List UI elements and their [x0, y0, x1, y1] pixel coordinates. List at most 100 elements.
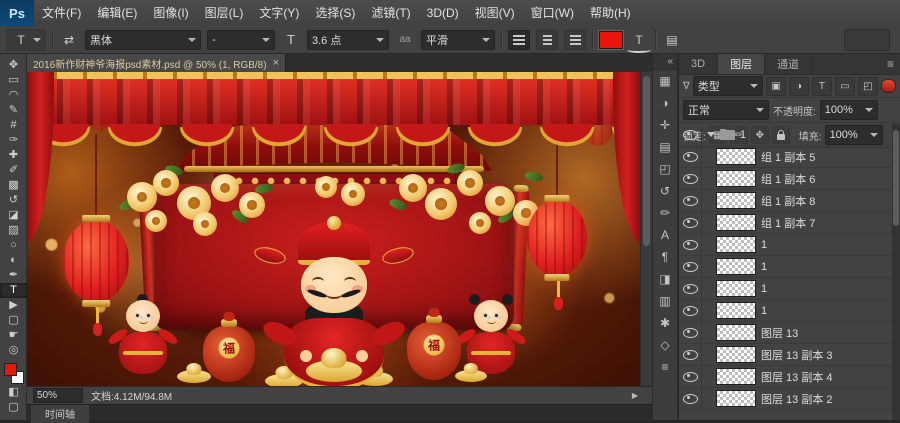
visibility-toggle[interactable]: [679, 234, 702, 255]
move-tool[interactable]: ✥: [0, 58, 27, 73]
menu-help[interactable]: 帮助(H): [582, 0, 639, 26]
layer-row[interactable]: 图层 13 副本 4: [679, 366, 892, 388]
layer-row[interactable]: 1: [679, 278, 892, 300]
dock-panel-icon[interactable]: ✱: [653, 312, 677, 334]
layer-thumbnail[interactable]: [716, 346, 756, 363]
zoom-input[interactable]: 50%: [33, 388, 83, 403]
layer-name[interactable]: 1: [740, 129, 746, 141]
visibility-toggle[interactable]: [679, 190, 702, 211]
menu-filter[interactable]: 滤镜(T): [363, 0, 418, 26]
blur-tool[interactable]: ○: [0, 238, 27, 253]
collapse-dock-icon[interactable]: «: [653, 54, 677, 70]
tab-timeline[interactable]: 时间轴: [31, 405, 89, 423]
anti-alias-select[interactable]: 平滑: [421, 30, 495, 50]
layer-name[interactable]: 组 1 副本 6: [761, 171, 815, 187]
visibility-toggle[interactable]: [679, 146, 702, 167]
layer-name[interactable]: 组 1 副本 7: [761, 215, 815, 231]
group-expand-icon[interactable]: [707, 132, 715, 137]
type-tool[interactable]: T: [0, 283, 27, 298]
dock-panel-icon[interactable]: A: [653, 224, 677, 246]
dock-panel-icon[interactable]: ▦: [653, 70, 677, 92]
eyedropper-tool[interactable]: ✑: [0, 133, 27, 148]
crop-tool[interactable]: #: [0, 118, 27, 133]
layer-name[interactable]: 组 1 副本 5: [761, 149, 815, 165]
workspace-button[interactable]: [844, 29, 890, 51]
shape-tool[interactable]: ▢: [0, 313, 27, 328]
layer-thumbnail[interactable]: [716, 368, 756, 385]
visibility-toggle[interactable]: [679, 256, 702, 277]
visibility-toggle[interactable]: [679, 300, 702, 321]
layer-row[interactable]: 图层 13: [679, 322, 892, 344]
healing-brush-tool[interactable]: ✚: [0, 148, 27, 163]
visibility-toggle[interactable]: [679, 278, 702, 299]
text-color-swatch[interactable]: [599, 31, 623, 49]
layer-name[interactable]: 图层 13 副本 3: [761, 347, 833, 363]
layer-row[interactable]: 组 1 副本 5: [679, 146, 892, 168]
canvas-vertical-scrollbar[interactable]: [640, 72, 652, 386]
layer-thumbnail[interactable]: [716, 324, 756, 341]
layer-thumbnail[interactable]: [716, 390, 756, 407]
scrollbar-thumb[interactable]: [893, 130, 899, 226]
toggle-panels-icon[interactable]: ▤: [662, 30, 682, 50]
dock-panel-icon[interactable]: ≡: [653, 356, 677, 378]
opacity-select[interactable]: 100%: [820, 100, 878, 120]
text-orientation-icon[interactable]: ⇄: [59, 30, 79, 50]
layer-thumbnail[interactable]: [716, 170, 756, 187]
layer-row[interactable]: 1: [679, 256, 892, 278]
layer-thumbnail[interactable]: [716, 192, 756, 209]
layer-row[interactable]: 1: [679, 300, 892, 322]
layer-name[interactable]: 1: [761, 239, 767, 251]
menu-3d[interactable]: 3D(D): [419, 0, 467, 26]
dock-panel-icon[interactable]: ▤: [653, 136, 677, 158]
menu-select[interactable]: 选择(S): [307, 0, 363, 26]
align-left-button[interactable]: [508, 30, 530, 50]
layer-name[interactable]: 1: [761, 283, 767, 295]
dock-panel-icon[interactable]: ✏: [653, 202, 677, 224]
dock-panel-icon[interactable]: ¶: [653, 246, 677, 268]
layer-name[interactable]: 图层 13: [761, 325, 798, 341]
visibility-toggle[interactable]: [679, 168, 702, 189]
visibility-toggle[interactable]: [679, 388, 702, 409]
font-family-select[interactable]: 黑体: [85, 30, 201, 50]
layer-name[interactable]: 图层 13 副本 2: [761, 391, 833, 407]
screen-mode-button[interactable]: ▢: [0, 400, 27, 415]
layers-scrollbar[interactable]: [892, 124, 900, 420]
dock-panel-icon[interactable]: ✛: [653, 114, 677, 136]
eraser-tool[interactable]: ◪: [0, 208, 27, 223]
tab-3d[interactable]: 3D: [679, 54, 718, 74]
marquee-tool[interactable]: ▭: [0, 73, 27, 88]
layer-row[interactable]: 组 1 副本 7: [679, 212, 892, 234]
layer-row-group[interactable]: 1: [679, 124, 892, 146]
layer-thumbnail[interactable]: [716, 148, 756, 165]
layer-thumbnail[interactable]: [716, 302, 756, 319]
menu-image[interactable]: 图像(I): [145, 0, 196, 26]
layer-name[interactable]: 图层 13 副本 4: [761, 369, 833, 385]
menu-window[interactable]: 窗口(W): [523, 0, 582, 26]
filter-adjustment-icon[interactable]: ◑: [789, 77, 809, 96]
tab-channels[interactable]: 通道: [765, 54, 812, 74]
filter-type-icon[interactable]: T: [812, 77, 832, 96]
menu-edit[interactable]: 编辑(E): [89, 0, 145, 26]
layer-thumbnail[interactable]: [716, 214, 756, 231]
panel-menu-icon[interactable]: ≡: [887, 54, 900, 74]
lasso-tool[interactable]: ◠: [0, 88, 27, 103]
menu-layer[interactable]: 图层(L): [197, 0, 252, 26]
dock-panel-icon[interactable]: ◨: [653, 268, 677, 290]
dock-panel-icon[interactable]: ↺: [653, 180, 677, 202]
font-style-select[interactable]: -: [207, 30, 275, 50]
menu-view[interactable]: 视图(V): [467, 0, 523, 26]
filter-smart-object-icon[interactable]: ◰: [858, 77, 878, 96]
menu-type[interactable]: 文字(Y): [251, 0, 307, 26]
history-brush-tool[interactable]: ↺: [0, 193, 27, 208]
zoom-tool[interactable]: ◎: [0, 343, 27, 358]
filter-kind-select[interactable]: 类型: [693, 76, 763, 96]
warp-text-icon[interactable]: T: [629, 30, 649, 50]
menu-file[interactable]: 文件(F): [34, 0, 89, 26]
filter-pixel-icon[interactable]: ▣: [766, 77, 786, 96]
visibility-toggle[interactable]: [679, 212, 702, 233]
font-size-select[interactable]: 3.6 点: [307, 30, 389, 50]
clone-stamp-tool[interactable]: ▩: [0, 178, 27, 193]
quick-selection-tool[interactable]: ✎: [0, 103, 27, 118]
layer-name[interactable]: 1: [761, 261, 767, 273]
layer-thumbnail[interactable]: [716, 236, 756, 253]
